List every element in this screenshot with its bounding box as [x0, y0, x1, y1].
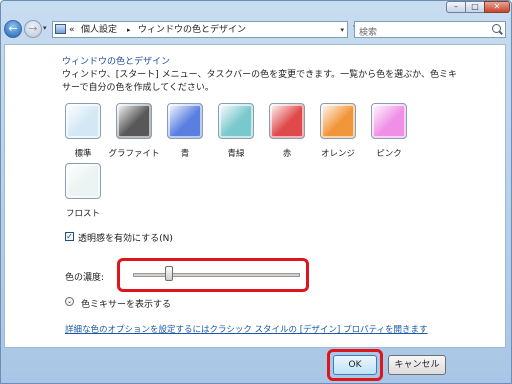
back-arrow-icon[interactable]: ←	[4, 20, 22, 38]
breadcrumb-overflow[interactable]: «	[69, 25, 75, 36]
advanced-appearance-link[interactable]: 詳細な色のオプションを設定するにはクラシック スタイルの [デザイン] プロパテ…	[65, 323, 428, 335]
color-swatch-label: オレンジ	[320, 149, 355, 159]
transparency-checkbox[interactable]: ✓	[65, 232, 74, 241]
color-swatch-label: グラファイト	[108, 149, 160, 159]
breadcrumb-personalize[interactable]: 個人設定	[81, 25, 117, 36]
maximize-icon[interactable]: □	[465, 1, 485, 13]
expand-chevron-icon[interactable]: ⌄	[65, 297, 74, 306]
cancel-button[interactable]: キャンセル	[388, 355, 446, 375]
color-swatch-label: 赤	[282, 149, 292, 159]
minimize-icon[interactable]: –	[446, 1, 466, 13]
color-swatch-item[interactable]: オレンジ	[312, 103, 364, 159]
color-swatch-tile[interactable]	[371, 103, 407, 139]
color-swatch-item[interactable]: 標準	[57, 103, 109, 159]
color-intensity-label: 色の濃度:	[65, 273, 105, 283]
color-swatch-tile[interactable]	[167, 103, 203, 139]
color-swatch-tile[interactable]	[65, 163, 101, 199]
slider-highlight-annotation	[117, 258, 309, 292]
color-swatch-tile[interactable]	[269, 103, 305, 139]
page-title: ウィンドウの色とデザイン	[62, 57, 171, 67]
search-icon[interactable]	[492, 24, 501, 33]
color-swatch-label: ピンク	[376, 149, 402, 159]
control-panel-icon	[55, 24, 66, 34]
search-input[interactable]: 検索	[354, 21, 506, 38]
show-color-mixer-toggle[interactable]: 色ミキサーを表示する	[81, 297, 171, 310]
forward-arrow-icon[interactable]: →	[24, 20, 42, 38]
address-bar[interactable]: « 個人設定 ▸ ウィンドウの色とデザイン ▾	[52, 21, 348, 38]
color-swatch-item[interactable]: フロスト	[57, 163, 109, 219]
color-swatch-label: 青	[180, 149, 190, 159]
color-swatch-tile[interactable]	[116, 103, 152, 139]
title-bar: – □ ✕	[0, 0, 510, 14]
color-swatch-item[interactable]: 青	[159, 103, 211, 159]
close-icon[interactable]: ✕	[484, 1, 510, 13]
color-swatch-label: 標準	[74, 149, 92, 159]
page-description: ウィンドウ、[スタート] メニュー、タスクバーの色を変更できます。一覧から色を選…	[62, 70, 457, 93]
color-swatch-item[interactable]: ピンク	[363, 103, 415, 159]
navigation-bar: ← → ▾ « 個人設定 ▸ ウィンドウの色とデザイン ▾ ↻ 検索	[0, 15, 510, 43]
transparency-label[interactable]: 透明感を有効にする(N)	[78, 231, 173, 244]
color-swatch-item[interactable]: 赤	[261, 103, 313, 159]
recent-pages-dropdown-icon[interactable]: ▾	[43, 24, 47, 32]
address-dropdown-icon[interactable]: ▾	[340, 26, 344, 34]
color-swatch-item[interactable]: グラファイト	[108, 103, 160, 159]
color-swatch-label: フロスト	[65, 209, 100, 219]
color-swatch-tile[interactable]	[65, 103, 101, 139]
color-swatch-label: 青緑	[227, 149, 245, 159]
color-swatch-item[interactable]: 青緑	[210, 103, 262, 159]
breadcrumb-window-color[interactable]: ウィンドウの色とデザイン	[138, 25, 246, 36]
color-swatch-tile[interactable]	[320, 103, 356, 139]
ok-highlight-annotation	[327, 349, 383, 381]
breadcrumb-separator-icon[interactable]: ▸	[127, 25, 131, 36]
color-swatch-tile[interactable]	[218, 103, 254, 139]
search-placeholder: 検索	[359, 28, 378, 38]
